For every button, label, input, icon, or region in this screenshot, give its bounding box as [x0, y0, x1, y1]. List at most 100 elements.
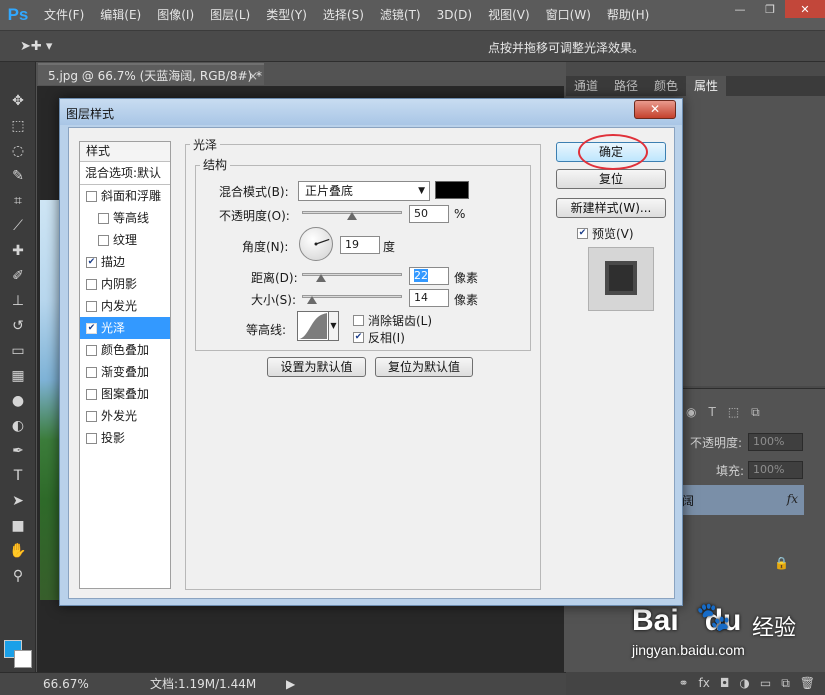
document-tab[interactable]: 5.jpg @ 66.7% (天蓝海阔, RGB/8#) * ×: [38, 63, 264, 85]
style-list-item[interactable]: 等高线: [80, 207, 170, 229]
distance-input[interactable]: 22: [409, 267, 449, 285]
style-list-item[interactable]: 渐变叠加: [80, 361, 170, 383]
history-brush-icon[interactable]: ↺: [0, 313, 36, 338]
panel-tab[interactable]: 属性: [686, 76, 727, 96]
type-icon[interactable]: T: [0, 463, 36, 488]
invert-checkbox[interactable]: ✔ 反相(I): [353, 329, 405, 346]
quick-select-icon[interactable]: ✎: [0, 163, 36, 188]
menu-item[interactable]: 滤镜(T): [372, 0, 429, 30]
panel-tab[interactable]: 路径: [606, 76, 646, 96]
style-checkbox[interactable]: [98, 212, 109, 224]
style-checkbox[interactable]: [86, 366, 97, 378]
pen-icon[interactable]: ✒: [0, 438, 36, 463]
preview-check[interactable]: ✔: [577, 228, 588, 239]
minimize-button[interactable]: —: [725, 0, 755, 18]
type-filter-icon[interactable]: T: [708, 405, 715, 420]
shape-icon[interactable]: ■: [0, 513, 36, 538]
style-checkbox[interactable]: [86, 278, 97, 290]
style-checkbox[interactable]: ✔: [86, 256, 97, 268]
distance-slider-thumb[interactable]: [316, 274, 326, 282]
style-checkbox[interactable]: [86, 410, 97, 422]
contour-dropdown-icon[interactable]: ▼: [329, 311, 339, 341]
menu-item[interactable]: 图像(I): [149, 0, 202, 30]
menu-item[interactable]: 选择(S): [315, 0, 372, 30]
style-checkbox[interactable]: [86, 432, 97, 444]
hand-icon[interactable]: ✋: [0, 538, 36, 563]
style-checkbox[interactable]: [98, 234, 109, 246]
preview-checkbox[interactable]: ✔ 预览(V): [577, 225, 634, 242]
smart-filter-icon[interactable]: ⧉: [751, 405, 760, 420]
style-list-item[interactable]: 图案叠加: [80, 383, 170, 405]
menu-item[interactable]: 帮助(H): [599, 0, 657, 30]
dialog-titlebar[interactable]: 图层样式 ✕: [60, 99, 682, 125]
adjustment-icon[interactable]: ◑: [739, 672, 749, 695]
style-list-item[interactable]: 内发光: [80, 295, 170, 317]
menu-item[interactable]: 文件(F): [36, 0, 92, 30]
close-tab-icon[interactable]: ×: [248, 65, 258, 87]
shape-filter-icon[interactable]: ⬚: [728, 405, 739, 420]
zoom-level[interactable]: 66.67%: [43, 673, 89, 695]
opacity-input[interactable]: 50: [409, 205, 449, 223]
brush-icon[interactable]: ✐: [0, 263, 36, 288]
style-list-item[interactable]: 斜面和浮雕: [80, 185, 170, 207]
zoom-icon[interactable]: ⚲: [0, 563, 36, 588]
satin-color-swatch[interactable]: [435, 181, 469, 199]
link-icon[interactable]: ⚭: [678, 672, 688, 695]
layer-fill-field[interactable]: 100%: [748, 461, 803, 479]
layer-row[interactable]: 阔 fx: [680, 485, 804, 515]
fx-icon[interactable]: fx: [699, 672, 710, 695]
panel-tab[interactable]: 颜色: [646, 76, 686, 96]
style-list-item[interactable]: 内阴影: [80, 273, 170, 295]
healing-icon[interactable]: ✚: [0, 238, 36, 263]
reset-button[interactable]: 复位: [556, 169, 666, 189]
gradient-icon[interactable]: ▦: [0, 363, 36, 388]
new-style-button[interactable]: 新建样式(W)...: [556, 198, 666, 218]
style-checkbox[interactable]: [86, 388, 97, 400]
size-slider[interactable]: [302, 295, 402, 298]
size-input[interactable]: 14: [409, 289, 449, 307]
blur-icon[interactable]: ●: [0, 388, 36, 413]
menu-item[interactable]: 编辑(E): [92, 0, 149, 30]
layer-opacity-field[interactable]: 100%: [748, 433, 803, 451]
style-list-item[interactable]: 纹理: [80, 229, 170, 251]
move-icon[interactable]: ✥: [0, 88, 36, 113]
style-checkbox[interactable]: [86, 300, 97, 312]
eyedropper-icon[interactable]: ⟋: [0, 213, 36, 238]
stamp-icon[interactable]: ⊥: [0, 288, 36, 313]
adjustment-filter-icon[interactable]: ◉: [686, 405, 696, 420]
crop-icon[interactable]: ⌗: [0, 188, 36, 213]
restore-button[interactable]: ❐: [755, 0, 785, 18]
size-slider-thumb[interactable]: [307, 296, 317, 304]
menu-item[interactable]: 视图(V): [480, 0, 538, 30]
style-list-header[interactable]: 样式: [80, 142, 170, 162]
close-window-button[interactable]: ✕: [785, 0, 825, 18]
reset-default-button[interactable]: 复位为默认值: [375, 357, 473, 377]
style-checkbox[interactable]: ✔: [86, 322, 97, 334]
angle-dial[interactable]: [299, 227, 333, 261]
folder-icon[interactable]: ▭: [760, 672, 771, 695]
contour-picker[interactable]: [297, 311, 329, 341]
blend-options-item[interactable]: 混合选项:默认: [80, 162, 170, 185]
marquee-icon[interactable]: ⬚: [0, 113, 36, 138]
style-list-item[interactable]: ✔ 光泽: [80, 317, 170, 339]
menu-item[interactable]: 3D(D): [429, 0, 480, 30]
dialog-close-button[interactable]: ✕: [634, 100, 676, 119]
anti-alias-checkbox[interactable]: 消除锯齿(L): [353, 312, 432, 329]
new-layer-icon[interactable]: ⧉: [781, 672, 790, 695]
anti-alias-check[interactable]: [353, 315, 364, 326]
background-color-swatch[interactable]: [14, 650, 32, 668]
menu-item[interactable]: 窗口(W): [538, 0, 599, 30]
opacity-slider-thumb[interactable]: [347, 212, 357, 220]
panel-tab[interactable]: 通道: [566, 76, 606, 96]
make-default-button[interactable]: 设置为默认值: [267, 357, 366, 377]
style-list-item[interactable]: 外发光: [80, 405, 170, 427]
style-list-item[interactable]: 投影: [80, 427, 170, 449]
eraser-icon[interactable]: ▭: [0, 338, 36, 363]
angle-input[interactable]: 19: [340, 236, 380, 254]
lasso-icon[interactable]: ◌: [0, 138, 36, 163]
invert-check[interactable]: ✔: [353, 332, 364, 343]
style-list-item[interactable]: 颜色叠加: [80, 339, 170, 361]
menu-item[interactable]: 图层(L): [202, 0, 258, 30]
dodge-icon[interactable]: ◐: [0, 413, 36, 438]
style-list-item[interactable]: ✔ 描边: [80, 251, 170, 273]
